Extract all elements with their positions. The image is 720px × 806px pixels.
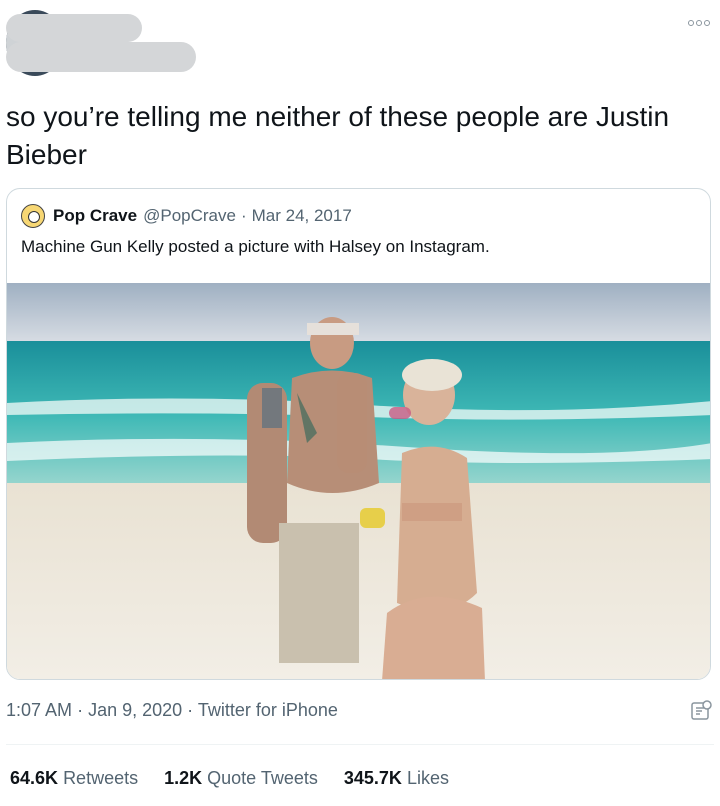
quoted-author-avatar[interactable] — [21, 204, 45, 228]
retweets-stat[interactable]: 64.6K Retweets — [10, 768, 138, 789]
tweet-source[interactable]: Twitter for iPhone — [198, 700, 338, 720]
quoted-tweet-text: Machine Gun Kelly posted a picture with … — [21, 237, 490, 256]
quoted-tweet-header: Pop Crave @PopCrave · Mar 24, 2017 — [21, 203, 352, 229]
meta-separator: · — [240, 206, 247, 225]
retweets-count: 64.6K — [10, 768, 59, 788]
analytics-icon[interactable] — [690, 700, 712, 722]
more-horizontal-icon[interactable] — [688, 20, 710, 26]
quote-tweets-label: Quote Tweets — [207, 768, 318, 788]
quoted-tweet-date[interactable]: Mar 24, 2017 — [252, 206, 352, 226]
likes-count: 345.7K — [343, 768, 402, 788]
author-name-redacted — [6, 14, 142, 42]
quoted-author-name[interactable]: Pop Crave — [53, 206, 137, 226]
tweet-text: so you’re telling me neither of these pe… — [6, 101, 670, 170]
quote-tweets-stat[interactable]: 1.2K Quote Tweets — [164, 768, 318, 789]
quote-tweets-count: 1.2K — [164, 768, 203, 788]
likes-stat[interactable]: 345.7K Likes — [344, 768, 449, 789]
tweet-meta: 1:07 AM · Jan 9, 2020 · Twitter for iPho… — [6, 700, 338, 720]
quoted-tweet-photo[interactable] — [7, 283, 711, 680]
divider — [6, 744, 714, 745]
likes-label: Likes — [406, 768, 449, 788]
quoted-tweet-card[interactable]: Pop Crave @PopCrave · Mar 24, 2017 Machi… — [6, 188, 711, 680]
tweet-date[interactable]: Jan 9, 2020 — [88, 700, 182, 720]
tweet-time[interactable]: 1:07 AM — [6, 700, 72, 720]
quoted-author-handle[interactable]: @PopCrave — [143, 206, 236, 226]
author-handle-redacted — [6, 42, 196, 72]
tweet-stats: 64.6K Retweets 1.2K Quote Tweets 345.7K … — [10, 768, 449, 789]
retweets-label: Retweets — [63, 768, 139, 788]
